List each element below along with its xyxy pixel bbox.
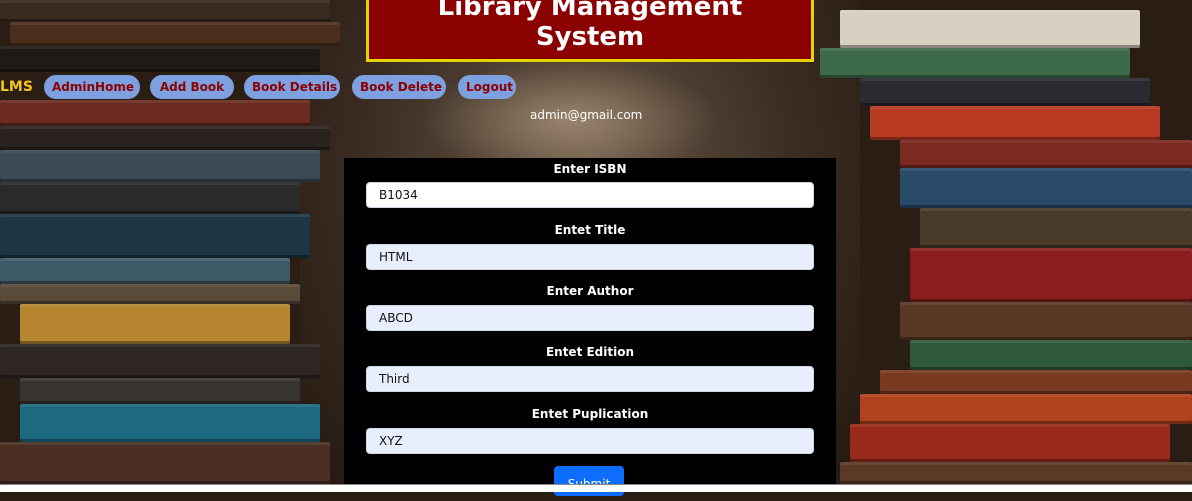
page-title-banner: Library Management System	[366, 0, 814, 62]
book	[880, 370, 1192, 394]
isbn-label: Enter ISBN	[553, 162, 627, 176]
publication-label: Entet Puplication	[531, 407, 649, 421]
nav-admin-home-button[interactable]: AdminHome	[44, 75, 140, 99]
book	[0, 100, 310, 126]
title-label: Entet Title	[554, 223, 626, 237]
book	[0, 46, 320, 72]
publication-input[interactable]	[366, 428, 814, 454]
book	[0, 126, 330, 150]
book	[820, 48, 1130, 78]
book	[20, 304, 290, 344]
add-book-form: Enter ISBN Entet Title Enter Author Ente…	[344, 158, 836, 496]
isbn-input[interactable]	[366, 182, 814, 208]
book	[840, 462, 1192, 484]
nav-add-book-button[interactable]: Add Book	[150, 75, 234, 99]
edition-input[interactable]	[366, 366, 814, 392]
book	[840, 10, 1140, 48]
title-input[interactable]	[366, 244, 814, 270]
book	[0, 284, 300, 304]
book	[10, 22, 340, 46]
page-title-line2: System	[535, 22, 645, 52]
book	[900, 168, 1192, 208]
book	[900, 302, 1192, 340]
edition-label: Entet Edition	[545, 345, 635, 359]
book	[0, 0, 330, 22]
nav-logout-button[interactable]: Logout	[458, 75, 516, 99]
book	[20, 378, 300, 404]
book	[910, 248, 1192, 302]
book	[860, 394, 1192, 424]
book	[850, 424, 1170, 462]
book	[860, 78, 1150, 106]
book	[0, 182, 300, 214]
book	[910, 340, 1192, 370]
book	[920, 208, 1192, 248]
book	[0, 442, 330, 484]
book	[900, 140, 1192, 168]
author-input[interactable]	[366, 305, 814, 331]
page-title-line1: Library Management	[437, 0, 743, 22]
author-label: Enter Author	[546, 284, 634, 298]
book	[870, 106, 1160, 140]
book	[0, 258, 290, 284]
brand-logo-text[interactable]: LMS	[0, 79, 33, 95]
book	[0, 214, 310, 258]
user-email: admin@gmail.com	[530, 108, 643, 122]
book	[0, 150, 320, 182]
nav-book-delete-button[interactable]: Book Delete	[352, 75, 446, 99]
book	[0, 344, 320, 378]
nav-book-details-button[interactable]: Book Details	[244, 75, 340, 99]
book	[20, 404, 320, 442]
